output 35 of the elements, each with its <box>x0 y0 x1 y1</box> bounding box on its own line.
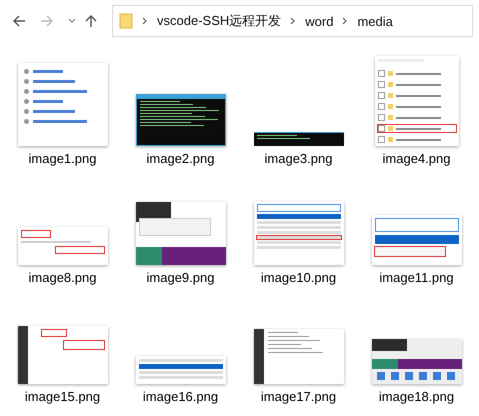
thumbnail-image[interactable] <box>18 326 108 384</box>
file-name[interactable]: image18.png <box>378 389 454 404</box>
file-name[interactable]: image2.png <box>146 151 214 166</box>
breadcrumb-item[interactable]: word <box>305 14 334 28</box>
thumbnail-image[interactable] <box>136 356 226 384</box>
dropdown-caret-icon[interactable] <box>68 18 76 24</box>
thumbnail-image[interactable] <box>18 63 108 146</box>
file-name[interactable]: image3.png <box>264 151 332 166</box>
file-name[interactable]: image17.png <box>260 389 336 404</box>
chevron-icon <box>142 17 148 25</box>
thumbnail-image[interactable] <box>372 215 462 265</box>
file-name[interactable]: image10.png <box>260 270 336 285</box>
file-name[interactable]: image1.png <box>28 151 96 166</box>
breadcrumb-item[interactable]: vscode-SSH远程开发 <box>157 12 282 30</box>
thumbnail-image[interactable] <box>254 132 344 146</box>
thumbnail-image[interactable] <box>254 329 344 384</box>
file-name[interactable]: image4.png <box>382 151 450 166</box>
thumbnail-image[interactable] <box>136 202 226 265</box>
breadcrumb-item[interactable]: media <box>357 14 393 28</box>
chevron-icon <box>342 17 348 25</box>
thumbnail-image[interactable] <box>136 94 226 146</box>
folder-icon <box>119 13 133 29</box>
back-arrow-icon[interactable] <box>12 14 26 28</box>
file-name[interactable]: image16.png <box>142 389 218 404</box>
file-name[interactable]: image15.png <box>24 389 100 404</box>
thumbnail-image[interactable] <box>254 201 344 265</box>
thumbnail-image[interactable] <box>18 227 108 265</box>
up-arrow-icon[interactable] <box>84 14 98 28</box>
thumbnail-image[interactable] <box>372 339 462 384</box>
file-name[interactable]: image11.png <box>379 270 454 285</box>
file-name[interactable]: image9.png <box>146 270 214 285</box>
file-name[interactable]: image8.png <box>28 270 96 285</box>
address-bar[interactable]: vscode-SSH远程开发 word media <box>112 5 473 37</box>
thumbnail-image[interactable] <box>374 56 458 146</box>
chevron-icon <box>290 17 296 25</box>
